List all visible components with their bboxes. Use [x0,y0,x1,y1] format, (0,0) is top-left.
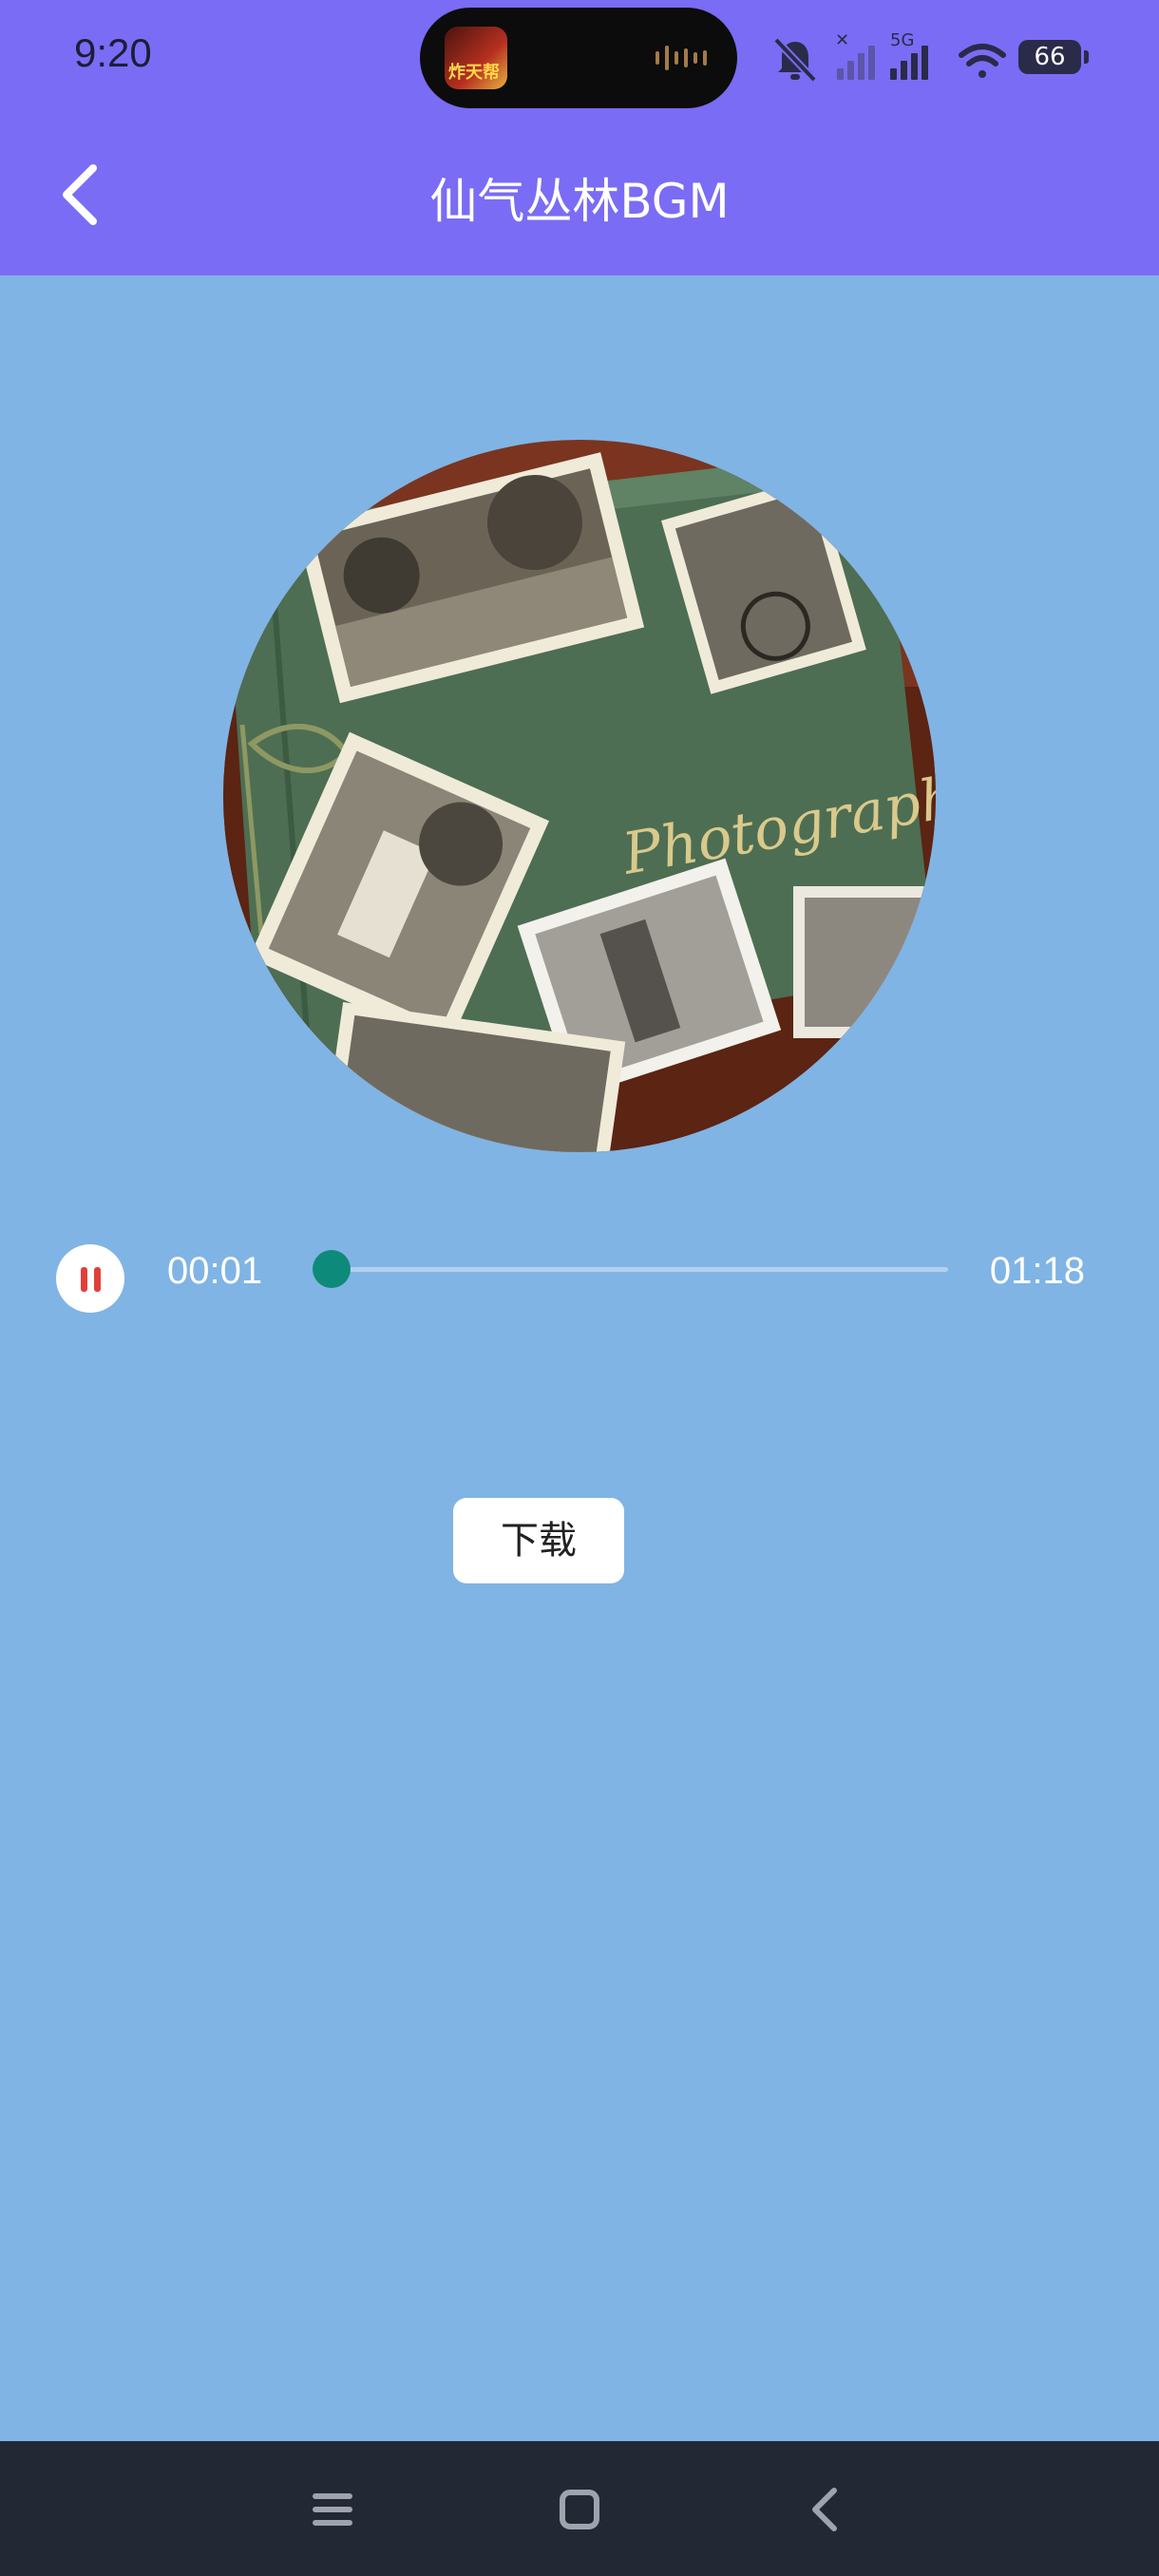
current-time: 00:01 [167,1250,263,1292]
battery-icon: 66 [1018,40,1089,74]
signal-5g-icon: 5G [890,30,928,80]
back-icon[interactable] [788,2472,864,2548]
status-bar: 9:20 炸天帮 ✕ 5G 66 [0,0,1159,114]
now-playing-artwork: 炸天帮 [445,27,507,89]
home-icon[interactable] [542,2472,618,2548]
mute-icon [774,37,817,83]
svg-text:✕: ✕ [835,30,849,50]
pause-icon-bar-right [94,1267,101,1292]
system-nav-bar [0,2441,1159,2576]
audio-wave-icon [656,46,707,70]
status-icons: ✕ 5G [774,30,1006,83]
no-signal-icon: ✕ [835,30,875,80]
pause-icon-bar-left [81,1267,87,1292]
pause-button[interactable] [56,1244,124,1313]
menu-icon[interactable] [294,2472,370,2548]
page-title: 仙气丛林BGM [429,174,730,229]
now-playing-art-text: 炸天帮 [448,63,500,83]
dynamic-island[interactable]: 炸天帮 [420,8,737,108]
album-cover: Photographs [223,440,936,1152]
progress-thumb[interactable] [312,1250,351,1288]
wifi-icon [959,44,1006,78]
progress-slider[interactable] [312,1250,948,1288]
download-button[interactable]: 下载 [453,1498,624,1583]
status-time: 9:20 [74,30,152,75]
album-cover-image: Photographs [223,440,936,1152]
total-time: 01:18 [989,1250,1085,1292]
svg-text:5G: 5G [890,30,914,50]
